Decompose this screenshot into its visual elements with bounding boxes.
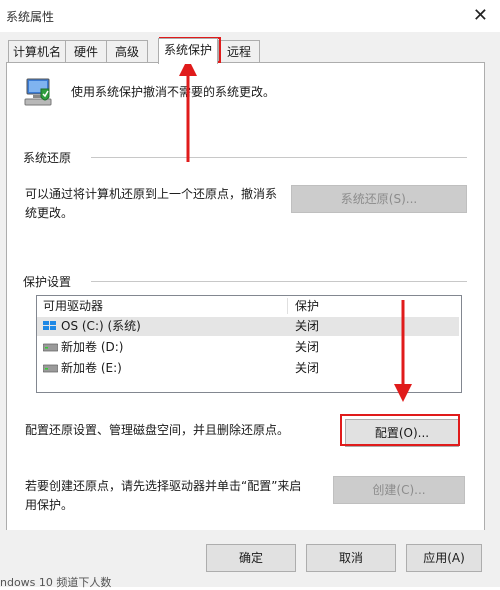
- restore-group-title: 系统还原: [23, 151, 72, 165]
- tab-hardware[interactable]: 硬件: [65, 40, 107, 63]
- restore-description-line1: 可以通过将计算机还原到上一个还原点，撤消系: [25, 187, 278, 201]
- protection-group-title: 保护设置: [23, 275, 72, 289]
- up-arrow-icon: [179, 58, 197, 162]
- windows-drive-icon: [43, 321, 56, 330]
- column-separator: [287, 298, 288, 314]
- down-arrow-icon: [394, 300, 412, 402]
- system-restore-button[interactable]: 系统还原(S)...: [291, 185, 467, 213]
- cancel-button[interactable]: 取消: [306, 544, 396, 572]
- create-description-line2: 用保护。: [25, 498, 74, 512]
- title-bar: 系统属性 ✕: [0, 0, 500, 32]
- tab-computer-name[interactable]: 计算机名: [8, 40, 66, 63]
- intro-text: 使用系统保护撤消不需要的系统更改。: [71, 85, 276, 99]
- background-text: ndows 10 频道下人数: [0, 576, 112, 589]
- configure-button[interactable]: 配置(O)...: [345, 419, 459, 447]
- restore-group-divider: [91, 157, 467, 158]
- hard-drive-icon: [43, 343, 58, 352]
- tab-advanced[interactable]: 高级: [106, 40, 148, 63]
- tab-remote[interactable]: 远程: [218, 40, 260, 63]
- drive-name: 新加卷 (D:): [61, 340, 124, 354]
- drive-name: 新加卷 (E:): [61, 361, 122, 375]
- computer-shield-icon: [24, 78, 52, 106]
- protection-group-divider: [91, 281, 467, 282]
- dialog-footer: 确定 取消 应用(A) ndows 10 频道下人数: [0, 530, 500, 589]
- ok-button[interactable]: 确定: [206, 544, 296, 572]
- system-protection-panel: 使用系统保护撤消不需要的系统更改。 系统还原 可以通过将计算机还原到上一个还原点…: [6, 62, 485, 532]
- hard-drive-icon: [43, 364, 58, 373]
- column-header-protection[interactable]: 保护: [295, 296, 319, 316]
- drive-name: OS (C:) (系统): [61, 319, 141, 333]
- restore-description-line2: 统更改。: [25, 206, 74, 220]
- window-title: 系统属性: [6, 10, 55, 24]
- configure-description: 配置还原设置、管理磁盘空间，并且删除还原点。: [25, 423, 290, 437]
- drive-status: 关闭: [295, 319, 320, 333]
- create-description-line1: 若要创建还原点，请先选择驱动器并单击“配置”来启: [25, 479, 302, 493]
- drive-status: 关闭: [295, 340, 320, 354]
- create-button[interactable]: 创建(C)...: [333, 476, 465, 504]
- system-properties-window: 系统属性 ✕ 计算机名 硬件 高级 系统保护 远程 使用系统保护撤消不需要的系统…: [0, 0, 500, 589]
- apply-button[interactable]: 应用(A): [406, 544, 482, 572]
- column-header-drive[interactable]: 可用驱动器: [43, 296, 103, 316]
- tab-system-protection[interactable]: 系统保护: [158, 38, 218, 64]
- close-icon[interactable]: ✕: [473, 5, 488, 26]
- drive-status: 关闭: [295, 361, 320, 375]
